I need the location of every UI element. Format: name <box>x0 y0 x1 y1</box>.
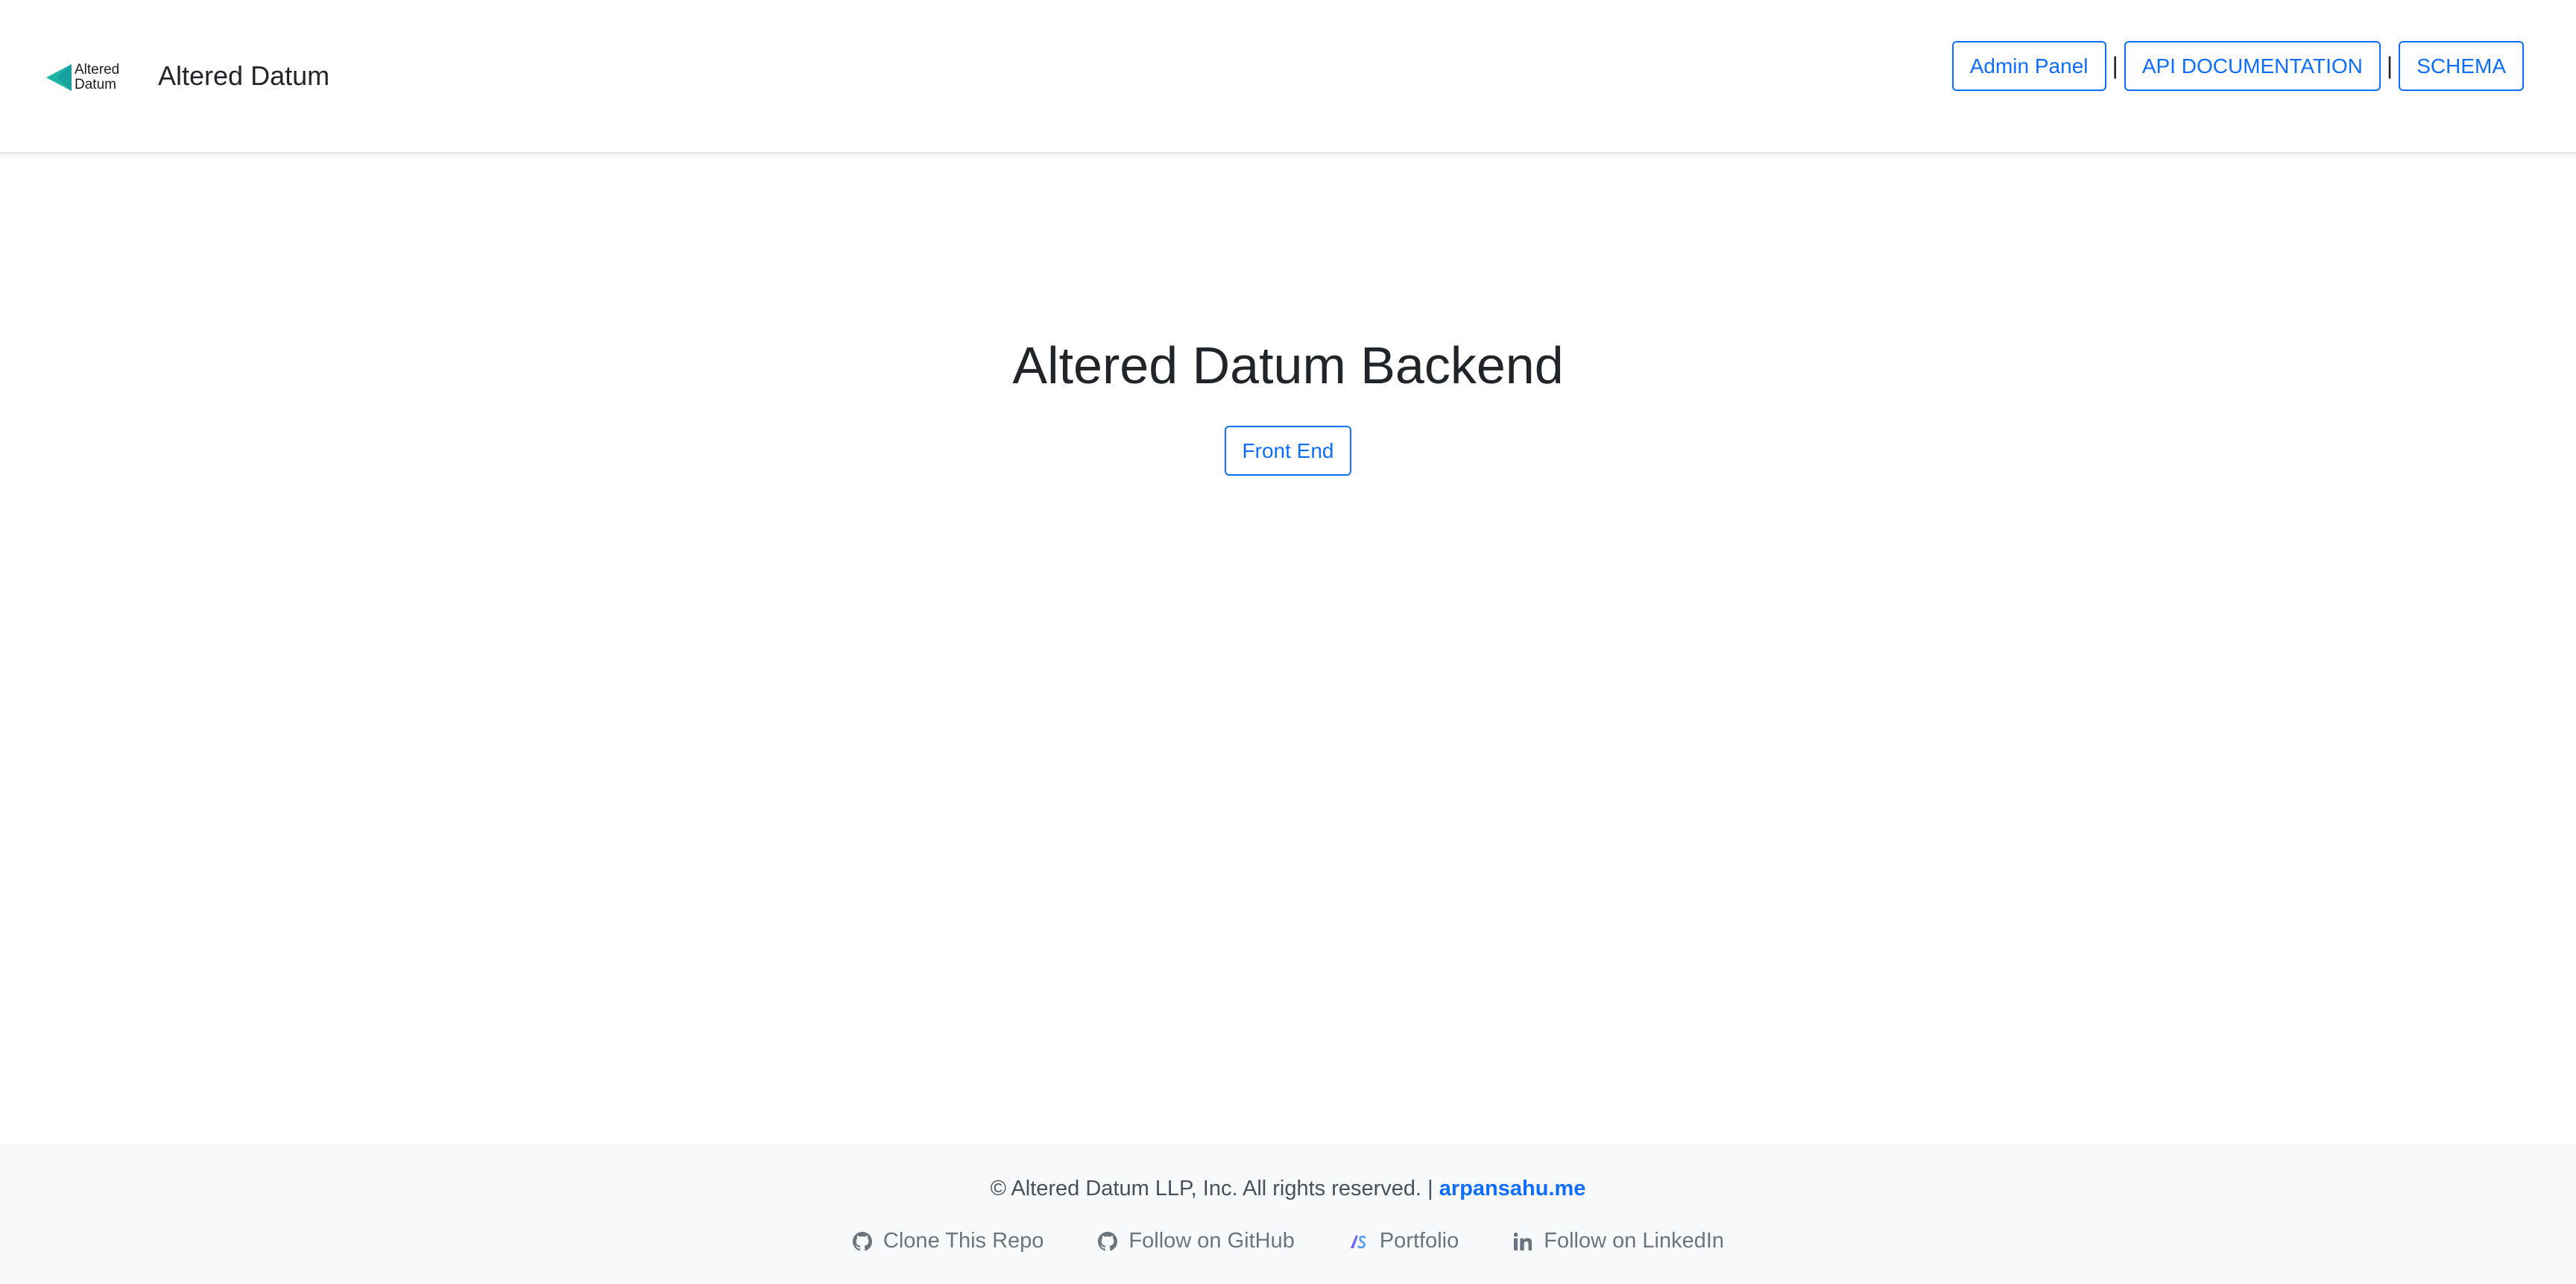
follow-github-link[interactable]: Follow on GitHub <box>1097 1229 1295 1253</box>
follow-linkedin-label: Follow on LinkedIn <box>1544 1229 1725 1253</box>
copyright-text: © Altered Datum LLP, Inc. All rights res… <box>990 1177 1433 1200</box>
page-title: Altered Datum Backend <box>1012 336 1564 394</box>
footer: © Altered Datum LLP, Inc. All rights res… <box>0 1145 2576 1284</box>
github-icon <box>852 1231 873 1252</box>
altered-datum-logo: Altered Datum <box>46 61 119 94</box>
portfolio-site-link[interactable]: arpansahu.me <box>1439 1177 1586 1200</box>
logo-text-line1: Altered <box>75 62 120 78</box>
brand-logo[interactable]: Altered Datum <box>46 61 119 94</box>
nav-separator: | <box>2112 52 2118 79</box>
top-navbar: Altered Datum Altered Datum Admin Panel … <box>0 0 2576 154</box>
follow-github-label: Follow on GitHub <box>1128 1229 1295 1253</box>
front-end-button[interactable]: Front End <box>1224 426 1352 476</box>
portfolio-logo-icon <box>1348 1231 1369 1252</box>
hero-actions: Front End <box>0 426 2576 476</box>
copyright-line: © Altered Datum LLP, Inc. All rights res… <box>0 1177 2576 1201</box>
footer-links: Clone This Repo Follow on GitHub Portfol… <box>0 1229 2576 1253</box>
github-icon <box>1097 1231 1118 1252</box>
nav-separator: | <box>2386 52 2393 79</box>
api-documentation-button[interactable]: API DOCUMENTATION <box>2124 41 2381 91</box>
follow-linkedin-link[interactable]: Follow on LinkedIn <box>1512 1229 1724 1253</box>
logo-text: Altered Datum <box>75 63 119 92</box>
nav-actions: Admin Panel | API DOCUMENTATION | SCHEMA <box>1951 41 2524 91</box>
logo-text-line2: Datum <box>75 77 116 92</box>
clone-repo-link[interactable]: Clone This Repo <box>852 1229 1044 1253</box>
brand-title[interactable]: Altered Datum <box>158 60 329 92</box>
linkedin-icon <box>1512 1231 1533 1252</box>
schema-button[interactable]: SCHEMA <box>2399 41 2524 91</box>
portfolio-link[interactable]: Portfolio <box>1348 1229 1459 1253</box>
clone-repo-label: Clone This Repo <box>883 1229 1044 1253</box>
admin-panel-button[interactable]: Admin Panel <box>1951 41 2106 91</box>
triangle-logo-icon <box>46 64 72 91</box>
portfolio-label: Portfolio <box>1379 1229 1459 1253</box>
